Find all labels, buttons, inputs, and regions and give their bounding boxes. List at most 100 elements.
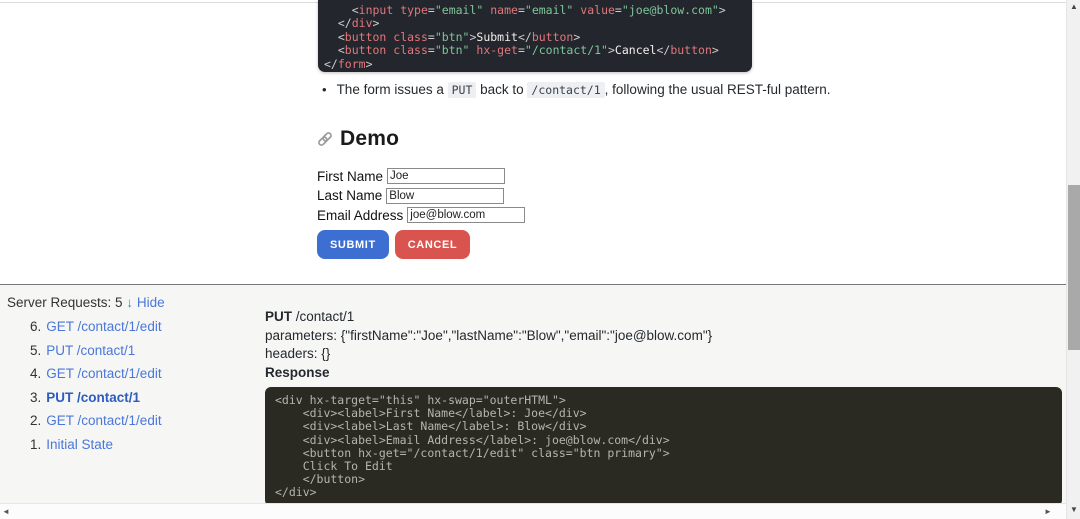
hide-toggle-link[interactable]: ↓ Hide: [126, 295, 164, 310]
request-list-item: 1.Initial State: [30, 437, 165, 452]
response-code-block: <div hx-target="this" hx-swap="outerHTML…: [265, 387, 1062, 506]
first-name-label: First Name: [317, 169, 383, 184]
code-token: =: [615, 3, 622, 17]
last-name-label: Last Name: [317, 188, 382, 203]
code-token: <: [338, 30, 345, 44]
bullet-note: • The form issues a PUT back to /contact/…: [322, 82, 842, 97]
vertical-scrollbar-thumb[interactable]: [1068, 185, 1080, 350]
request-number: 6.: [30, 319, 41, 334]
code-token: Cancel: [615, 43, 657, 57]
request-number: 2.: [30, 413, 41, 428]
form-row-last-name: Last Name: [317, 188, 525, 204]
cancel-button[interactable]: CANCEL: [395, 230, 470, 259]
code-token: "/contact/1": [525, 43, 608, 57]
request-number: 4.: [30, 366, 41, 381]
vertical-scrollbar[interactable]: ▲ ▼: [1066, 0, 1080, 519]
link-icon[interactable]: [316, 130, 334, 148]
code-token: =: [428, 30, 435, 44]
response-label: Response: [265, 364, 1062, 383]
code-token: value: [580, 3, 615, 17]
code-token: class: [393, 43, 428, 57]
inline-code: PUT: [448, 82, 477, 98]
inline-code: /contact/1: [527, 82, 604, 98]
code-token: =: [428, 43, 435, 57]
code-token: >: [608, 43, 615, 57]
last-name-input[interactable]: [386, 188, 504, 204]
code-token: </: [518, 30, 532, 44]
source-code-block: <input type="email" name="email" value="…: [318, 0, 752, 72]
request-list-item: 4. GET /contact/1/edit: [30, 366, 165, 381]
request-path: /contact/1: [292, 309, 354, 324]
code-token: input: [359, 3, 394, 17]
parameters-line: parameters: {"firstName":"Joe","lastName…: [265, 327, 1062, 346]
code-token: form: [338, 57, 366, 71]
first-name-input[interactable]: [387, 168, 505, 184]
form-row-email: Email Address: [317, 207, 525, 223]
bullet-segment: The form issues a: [337, 82, 448, 97]
code-token: type: [400, 3, 428, 17]
form-row-first-name: First Name: [317, 168, 525, 184]
code-token: button: [345, 30, 387, 44]
code-token: <: [352, 3, 359, 17]
scroll-left-arrow-icon[interactable]: ◄: [2, 504, 10, 519]
bullet-text: The form issues a PUT back to /contact/1…: [337, 82, 831, 97]
request-list-item: 5.PUT /contact/1: [30, 343, 165, 358]
bullet-marker: •: [322, 82, 327, 97]
requests-column: Server Requests: 5 ↓ Hide 6. GET /contact…: [7, 295, 165, 460]
code-token: class: [393, 30, 428, 44]
email-input[interactable]: [407, 207, 525, 223]
code-token: =: [518, 43, 525, 57]
code-token: [324, 43, 338, 57]
request-list-item: 6. GET /contact/1/edit: [30, 319, 165, 334]
code-token: =: [518, 3, 525, 17]
code-token: div: [352, 16, 373, 30]
request-link[interactable]: PUT /contact/1: [46, 343, 135, 358]
horizontal-scrollbar[interactable]: ◄ ►: [0, 503, 1066, 519]
code-token: "email": [435, 3, 483, 17]
bullet-segment: , following the usual REST-ful pattern.: [605, 82, 831, 97]
request-link[interactable]: GET /contact/1/edit: [46, 413, 161, 428]
code-token: hx-get: [476, 43, 518, 57]
request-number: 3.: [30, 390, 41, 405]
code-token: button: [345, 43, 387, 57]
code-token: </: [656, 43, 670, 57]
requests-title: Server Requests: 5: [7, 295, 123, 310]
code-token: >: [573, 30, 580, 44]
request-link[interactable]: Initial State: [46, 437, 113, 452]
request-list-item: 2. GET /contact/1/edit: [30, 413, 165, 428]
request-line: PUT /contact/1: [265, 308, 1062, 327]
request-link[interactable]: GET /contact/1/edit: [46, 319, 161, 334]
code-token: >: [366, 57, 373, 71]
scroll-down-arrow-icon[interactable]: ▼: [1067, 505, 1080, 514]
code-token: </: [338, 16, 352, 30]
request-list: 6. GET /contact/1/edit 5.PUT /contact/1 4. G…: [30, 319, 165, 452]
demo-heading: Demo: [316, 127, 399, 151]
code-token: "joe@blow.com": [622, 3, 719, 17]
code-token: Submit: [476, 30, 518, 44]
code-token: </: [324, 57, 338, 71]
scroll-up-arrow-icon[interactable]: ▲: [1067, 2, 1080, 11]
code-token: button: [670, 43, 712, 57]
code-token: "btn": [435, 43, 470, 57]
bullet-segment: back to: [476, 82, 527, 97]
request-link[interactable]: GET /contact/1/edit: [46, 366, 161, 381]
code-token: =: [428, 3, 435, 17]
code-token: [324, 16, 338, 30]
code-token: >: [712, 43, 719, 57]
headers-line: headers: {}: [265, 345, 1062, 364]
code-token: [324, 30, 338, 44]
email-label: Email Address: [317, 208, 403, 223]
demo-title: Demo: [340, 127, 399, 151]
scroll-right-arrow-icon[interactable]: ►: [1044, 504, 1052, 519]
request-list-item: 3. PUT /contact/1: [30, 390, 165, 405]
page: <input type="email" name="email" value="…: [0, 0, 1080, 519]
code-token: button: [532, 30, 574, 44]
request-link[interactable]: PUT /contact/1: [46, 390, 140, 405]
submit-button[interactable]: SUBMIT: [317, 230, 389, 259]
code-token: [324, 3, 352, 17]
code-token: <: [338, 43, 345, 57]
code-token: >: [719, 3, 726, 17]
server-requests-panel: Server Requests: 5 ↓ Hide 6. GET /contact…: [0, 284, 1066, 503]
code-token: >: [373, 16, 380, 30]
code-token: name: [490, 3, 518, 17]
